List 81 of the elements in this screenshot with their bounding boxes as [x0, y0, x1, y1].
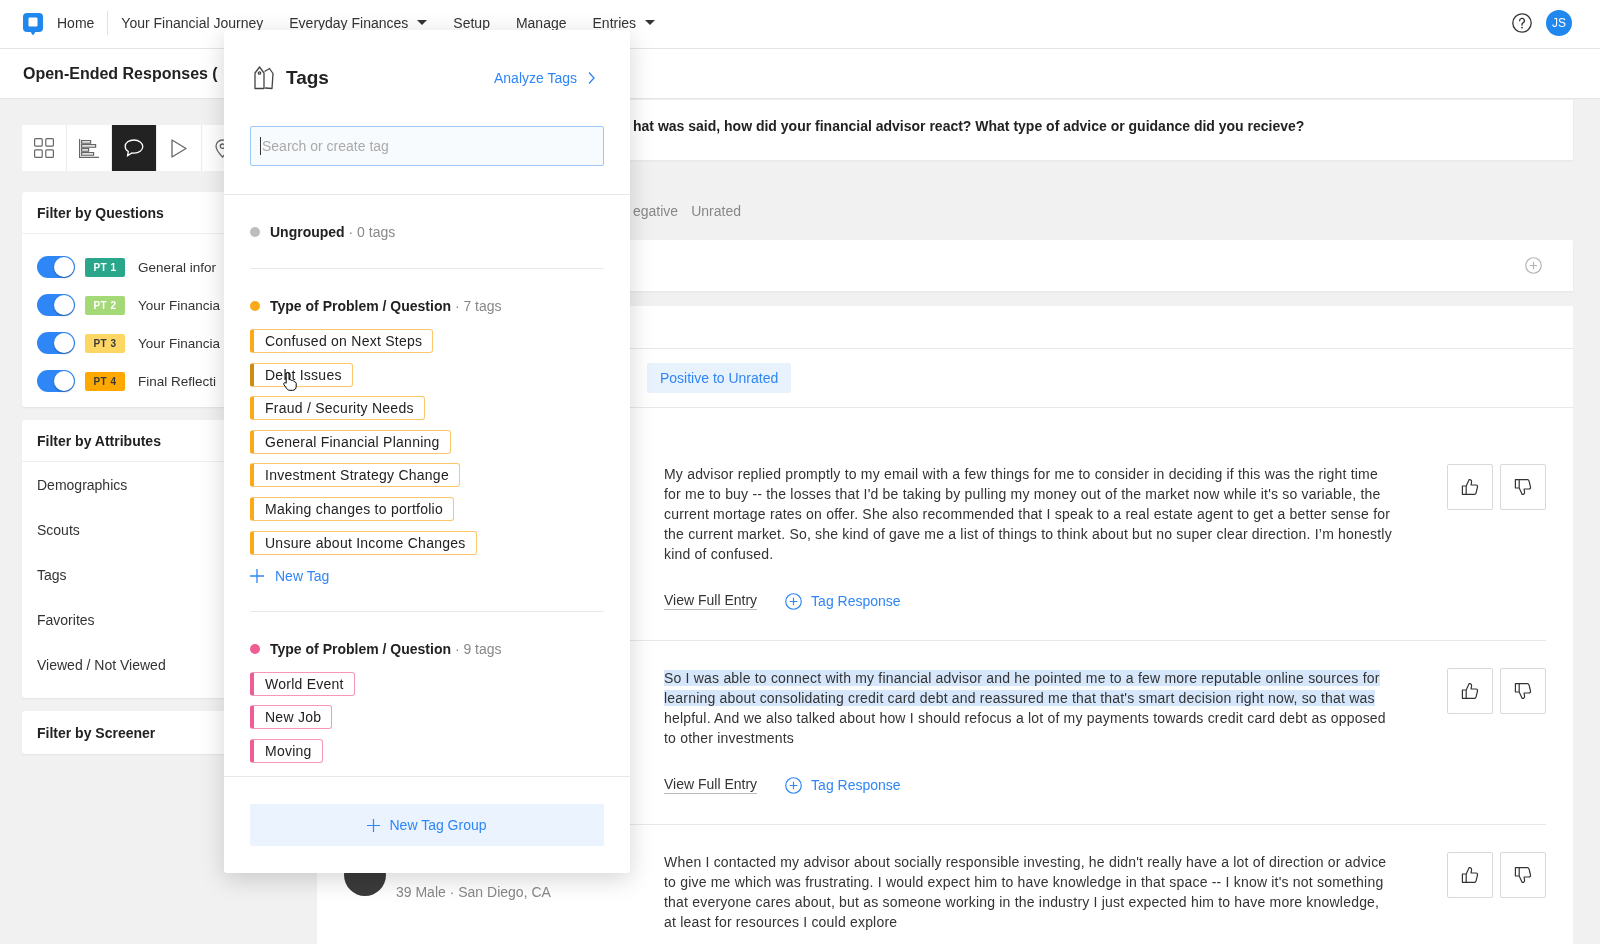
- nav-dropdown[interactable]: Entries: [592, 14, 656, 31]
- plus-circle-icon: [1525, 257, 1542, 274]
- plus-circle-icon: [785, 592, 803, 610]
- tag-chip[interactable]: Moving: [250, 738, 323, 763]
- view-full-entry-link[interactable]: View Full Entry: [664, 776, 758, 794]
- tag-chip[interactable]: Investment Strategy Change: [250, 463, 460, 488]
- question-label: Your Financia: [138, 335, 221, 351]
- card-title: Filter by Attributes: [37, 432, 161, 449]
- tag-response-link[interactable]: Tag Response: [785, 776, 901, 794]
- nav-link[interactable]: Your Financial Journey: [121, 14, 264, 31]
- thumbs-down-button[interactable]: [1500, 464, 1546, 510]
- thumbs-up-icon: [1460, 477, 1480, 497]
- new-tag-link[interactable]: New Tag: [250, 567, 330, 584]
- analyze-tags-link[interactable]: Analyze Tags: [494, 70, 595, 86]
- grid-icon: [34, 138, 54, 158]
- tag-chip[interactable]: Unsure about Income Changes: [250, 530, 477, 555]
- play-icon: [171, 138, 187, 158]
- filter-item[interactable]: Favorites: [37, 611, 95, 628]
- toggle-switch[interactable]: [37, 294, 75, 316]
- search-field[interactable]: Search or create tag: [250, 126, 604, 166]
- group-heading: Type of Problem / Question · 7 tags: [270, 298, 502, 314]
- response-text: So I was able to connect with my financial advisor and he pointed me to a few more reputable online sources for learning about consolidating credit card debt and reassured me that that's smart decision right now, so that was helpful. And we also talked about how I should refocus a lot of my payments towards credit card debt as opposed to other investments: [664, 669, 1387, 748]
- question-label: Final Reflecti: [138, 373, 217, 389]
- text-cursor: [260, 137, 261, 155]
- thumbs-down-button[interactable]: [1500, 668, 1546, 714]
- card-title: Filter by Questions: [37, 204, 164, 221]
- tag-response-link[interactable]: Tag Response: [785, 592, 901, 610]
- map-pin-icon: [215, 138, 224, 158]
- question-badge: PT 1: [85, 257, 125, 277]
- nav-link[interactable]: Setup: [453, 14, 490, 31]
- view-mode-button[interactable]: [112, 125, 157, 171]
- toggle-switch[interactable]: [37, 370, 75, 392]
- thumbs-down-button[interactable]: [1500, 852, 1546, 898]
- question-badge: PT 3: [85, 333, 125, 353]
- thumbs-down-icon: [1513, 865, 1533, 885]
- card-title: Filter by Screener: [37, 724, 156, 741]
- tag-chip[interactable]: Making changes to portfolio: [250, 496, 454, 521]
- bar-chart-icon: [79, 138, 99, 158]
- view-full-entry-link[interactable]: View Full Entry: [664, 592, 758, 610]
- thumbs-up-button[interactable]: [1447, 668, 1493, 714]
- filter-item[interactable]: Tags: [37, 566, 67, 583]
- filter-item[interactable]: Demographics: [37, 476, 128, 493]
- thumbs-up-button[interactable]: [1447, 464, 1493, 510]
- thumbs-up-button[interactable]: [1447, 852, 1493, 898]
- nav-link[interactable]: Home: [57, 14, 95, 31]
- user-avatar[interactable]: JS: [1546, 9, 1572, 36]
- group-heading: Ungrouped · 0 tags: [270, 224, 396, 240]
- group-heading: Type of Problem / Question · 9 tags: [270, 640, 502, 657]
- toggle-switch[interactable]: [37, 256, 75, 278]
- logo-icon[interactable]: [23, 12, 43, 36]
- plus-icon: [367, 818, 381, 832]
- tag-chip[interactable]: Confused on Next Steps: [250, 329, 434, 353]
- tag-chip[interactable]: General Financial Planning: [250, 429, 451, 454]
- question-text: hat was said, how did your financial advisor react? What type of advice or guidance did you recieve?: [633, 118, 1305, 134]
- thumbs-down-icon: [1513, 477, 1533, 497]
- speech-bubble-icon: [124, 139, 144, 157]
- plus-icon: [250, 568, 264, 583]
- plus-circle-icon: [785, 776, 803, 794]
- tag-chip[interactable]: World Event: [250, 671, 355, 696]
- nav-link[interactable]: Manage: [515, 14, 567, 31]
- chevron-right-icon: [588, 72, 595, 84]
- response-text: When I contacted my advisor about socially responsible investing, he didn't really have a lot of direction or advice to give me which was frustrating. I would expect him to have knowledge in that space -- I know it's not something that everyone cares about, but as someone working in the industry I just expected him to have more knowledge, at least for resources I could explore: [664, 853, 1388, 932]
- filter-item[interactable]: Scouts: [37, 521, 80, 538]
- toggle-switch[interactable]: [37, 332, 75, 354]
- popover-title: Tags: [286, 67, 329, 89]
- thumbs-up-icon: [1460, 681, 1480, 701]
- nav-dropdown[interactable]: Everyday Finances: [289, 14, 428, 31]
- tags-icon: [252, 65, 276, 91]
- thumbs-up-icon: [1460, 865, 1480, 885]
- tag-chip[interactable]: Fraud / Security Needs: [250, 396, 425, 421]
- question-badge: PT 4: [85, 371, 125, 391]
- filter-item[interactable]: Viewed / Not Viewed: [37, 656, 166, 673]
- tag-chip[interactable]: New Job: [250, 705, 333, 730]
- response-text: My advisor replied promptly to my email with a few things for me to consider in deciding if this was the right time for me to buy -- the losses that I'd be taking by pulling my money out of the market now while it's so variable, the current mortage rates on offer. She also recommended that I speak to a real estate agent to get a better sense for the current market. So, she kind of gave me a list of things to think about but no super clear direction. I’m honestly kind of confused.: [664, 465, 1393, 564]
- respondent-info: 39 Male · San Diego, CA: [396, 884, 551, 900]
- question-badge: PT 2: [85, 295, 125, 315]
- question-label: General infor: [138, 259, 217, 275]
- thumbs-down-icon: [1513, 681, 1533, 701]
- page-title: Open-Ended Responses (: [23, 64, 218, 83]
- help-icon[interactable]: [1512, 12, 1532, 33]
- question-label: Your Financia: [138, 297, 221, 313]
